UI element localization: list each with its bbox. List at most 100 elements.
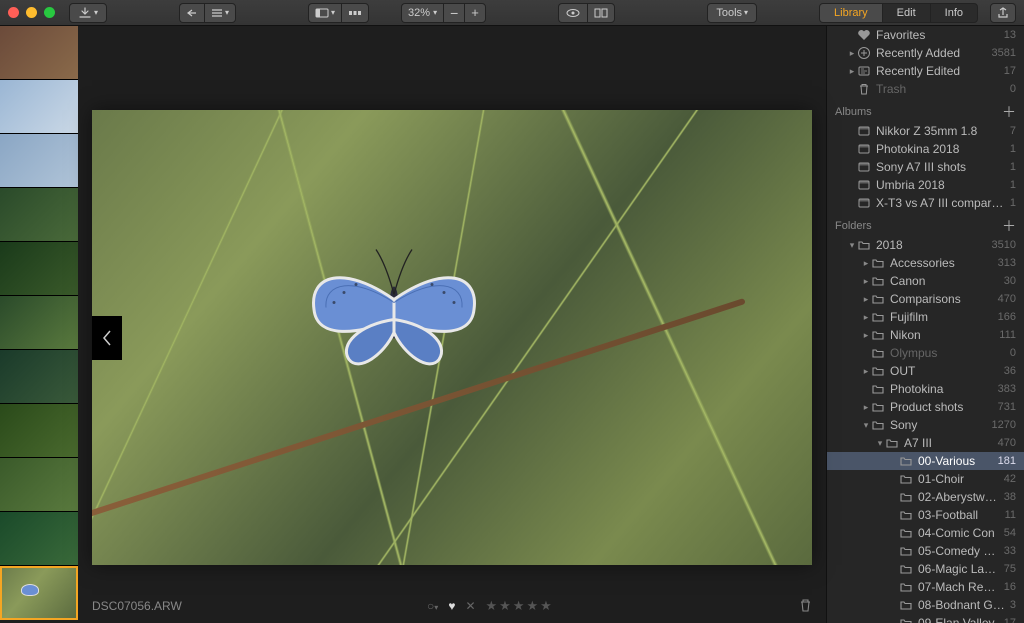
sidebar-item[interactable]: ▸Fujifilm166 xyxy=(827,308,1024,326)
sidebar-item[interactable]: ▾Sony1270 xyxy=(827,416,1024,434)
disclosure-chevron-icon[interactable]: ▾ xyxy=(861,420,871,431)
thumbnail[interactable] xyxy=(0,512,78,566)
zoom-in-button[interactable]: + xyxy=(464,3,486,23)
share-button[interactable] xyxy=(990,3,1016,23)
tab-edit[interactable]: Edit xyxy=(883,4,931,22)
disclosure-chevron-icon[interactable]: ▸ xyxy=(861,294,871,305)
add-icon[interactable]: ＋ xyxy=(1002,102,1016,122)
zoom-value: 32% xyxy=(408,7,430,19)
sidebar-item-count: 3510 xyxy=(988,239,1016,251)
minimize-window-button[interactable] xyxy=(26,7,37,18)
folder-icon xyxy=(899,544,913,558)
disclosure-chevron-icon[interactable]: ▸ xyxy=(861,366,871,377)
disclosure-chevron-icon[interactable]: ▸ xyxy=(861,330,871,341)
sidebar-item[interactable]: 05-Comedy Fest33 xyxy=(827,542,1024,560)
list-menu-button[interactable]: ▾ xyxy=(204,3,236,23)
sidebar-item[interactable]: Umbria 20181 xyxy=(827,176,1024,194)
sidebar-item[interactable]: ▾20183510 xyxy=(827,236,1024,254)
thumbnail[interactable] xyxy=(0,350,78,404)
import-button[interactable]: ▾ xyxy=(69,3,107,23)
tab-info[interactable]: Info xyxy=(931,4,977,22)
sidebar-item-count: 1 xyxy=(1006,179,1016,191)
sidebar-item[interactable]: Favorites13 xyxy=(827,26,1024,44)
sidebar-item[interactable]: 02-Aberystwyth38 xyxy=(827,488,1024,506)
preview-toggle-button[interactable] xyxy=(558,3,587,23)
tab-library[interactable]: Library xyxy=(820,4,883,22)
sidebar-item-label: A7 III xyxy=(904,436,994,450)
trash-icon xyxy=(857,82,871,96)
thumbnail[interactable] xyxy=(0,296,78,350)
edited-icon xyxy=(857,64,871,78)
disclosure-chevron-icon[interactable]: ▸ xyxy=(861,258,871,269)
thumbnail[interactable] xyxy=(0,26,78,80)
folder-icon xyxy=(871,400,885,414)
thumbnail[interactable] xyxy=(0,404,78,458)
sidebar-item[interactable]: ▸Recently Edited17 xyxy=(827,62,1024,80)
sidebar-item[interactable]: 03-Football11 xyxy=(827,506,1024,524)
sidebar-item[interactable]: 00-Various181 xyxy=(827,452,1024,470)
sidebar-item[interactable]: ▾A7 III470 xyxy=(827,434,1024,452)
zoom-level-dropdown[interactable]: 32% ▾ xyxy=(401,3,443,23)
disclosure-chevron-icon[interactable]: ▸ xyxy=(861,402,871,413)
sidebar-item[interactable]: ▸Accessories313 xyxy=(827,254,1024,272)
preview-image-area[interactable] xyxy=(92,86,812,589)
thumbnail[interactable] xyxy=(0,242,78,296)
sidebar-item-label: 09-Elan Valley xyxy=(918,616,1000,623)
sidebar-item[interactable]: Photokina 20181 xyxy=(827,140,1024,158)
sidebar-item[interactable]: Trash0 xyxy=(827,80,1024,98)
folder-icon xyxy=(899,508,913,522)
sidebar-item[interactable]: 04-Comic Con54 xyxy=(827,524,1024,542)
rating-stars[interactable]: ★★★★★ xyxy=(486,598,554,614)
sidebar-item-count: 731 xyxy=(994,401,1016,413)
thumbnail-strip[interactable] xyxy=(0,26,78,623)
disclosure-chevron-icon[interactable]: ▾ xyxy=(847,240,857,251)
sidebar-item[interactable]: X-T3 vs A7 III comparison1 xyxy=(827,194,1024,212)
delete-icon[interactable] xyxy=(799,598,812,615)
sidebar-item[interactable]: 07-Mach Repair Festi...16 xyxy=(827,578,1024,596)
favorite-heart-icon[interactable]: ♥ xyxy=(448,599,455,613)
sidebar-item[interactable]: 01-Choir42 xyxy=(827,470,1024,488)
sidebar-item[interactable]: ▸Comparisons470 xyxy=(827,290,1024,308)
disclosure-chevron-icon[interactable]: ▸ xyxy=(847,48,857,59)
tools-dropdown[interactable]: Tools ▾ xyxy=(707,3,757,23)
sidebar-item[interactable]: Sony A7 III shots1 xyxy=(827,158,1024,176)
sidebar-item[interactable]: 08-Bodnant Garden3 xyxy=(827,596,1024,614)
prev-image-button[interactable] xyxy=(92,316,122,360)
sidebar-item[interactable]: Photokina383 xyxy=(827,380,1024,398)
disclosure-chevron-icon[interactable]: ▸ xyxy=(861,312,871,323)
sidebar-item[interactable]: 06-Magic Lantern75 xyxy=(827,560,1024,578)
sidebar-item[interactable]: 09-Elan Valley17 xyxy=(827,614,1024,623)
sidebar-item-count: 166 xyxy=(994,311,1016,323)
sidebar-item[interactable]: Olympus0 xyxy=(827,344,1024,362)
sidebar-item-label: Photokina xyxy=(890,382,994,396)
tag-indicator-icon[interactable]: ○▾ xyxy=(427,599,438,613)
thumbnail[interactable] xyxy=(0,80,78,134)
sidebar-item[interactable]: ▸Product shots731 xyxy=(827,398,1024,416)
sidebar-item[interactable]: Nikkor Z 35mm 1.87 xyxy=(827,122,1024,140)
disclosure-chevron-icon[interactable]: ▸ xyxy=(861,276,871,287)
sidebar-item-label: Sony xyxy=(890,418,988,432)
zoom-out-button[interactable]: − xyxy=(443,3,464,23)
compare-toggle-button[interactable] xyxy=(587,3,615,23)
sidebar-item[interactable]: ▸Canon30 xyxy=(827,272,1024,290)
reject-icon[interactable]: ✕ xyxy=(465,599,475,613)
close-window-button[interactable] xyxy=(8,7,19,18)
album-icon xyxy=(857,196,871,210)
sidebar-item-count: 0 xyxy=(1006,347,1016,359)
fullscreen-window-button[interactable] xyxy=(44,7,55,18)
panel-toggle-button[interactable]: ▾ xyxy=(308,3,341,23)
thumbnail[interactable] xyxy=(0,566,78,620)
disclosure-chevron-icon[interactable]: ▸ xyxy=(847,66,857,77)
back-button[interactable] xyxy=(179,3,204,23)
grid-size-button[interactable] xyxy=(341,3,369,23)
thumbnail[interactable] xyxy=(0,134,78,188)
butterfly-subject xyxy=(294,224,494,387)
thumbnail[interactable] xyxy=(0,458,78,512)
disclosure-chevron-icon[interactable]: ▾ xyxy=(875,438,885,449)
add-icon[interactable]: ＋ xyxy=(1002,216,1016,236)
sidebar-item[interactable]: ▸OUT36 xyxy=(827,362,1024,380)
sidebar-item-count: 470 xyxy=(994,293,1016,305)
thumbnail[interactable] xyxy=(0,188,78,242)
sidebar-item[interactable]: ▸Nikon111 xyxy=(827,326,1024,344)
sidebar-item[interactable]: ▸Recently Added3581 xyxy=(827,44,1024,62)
